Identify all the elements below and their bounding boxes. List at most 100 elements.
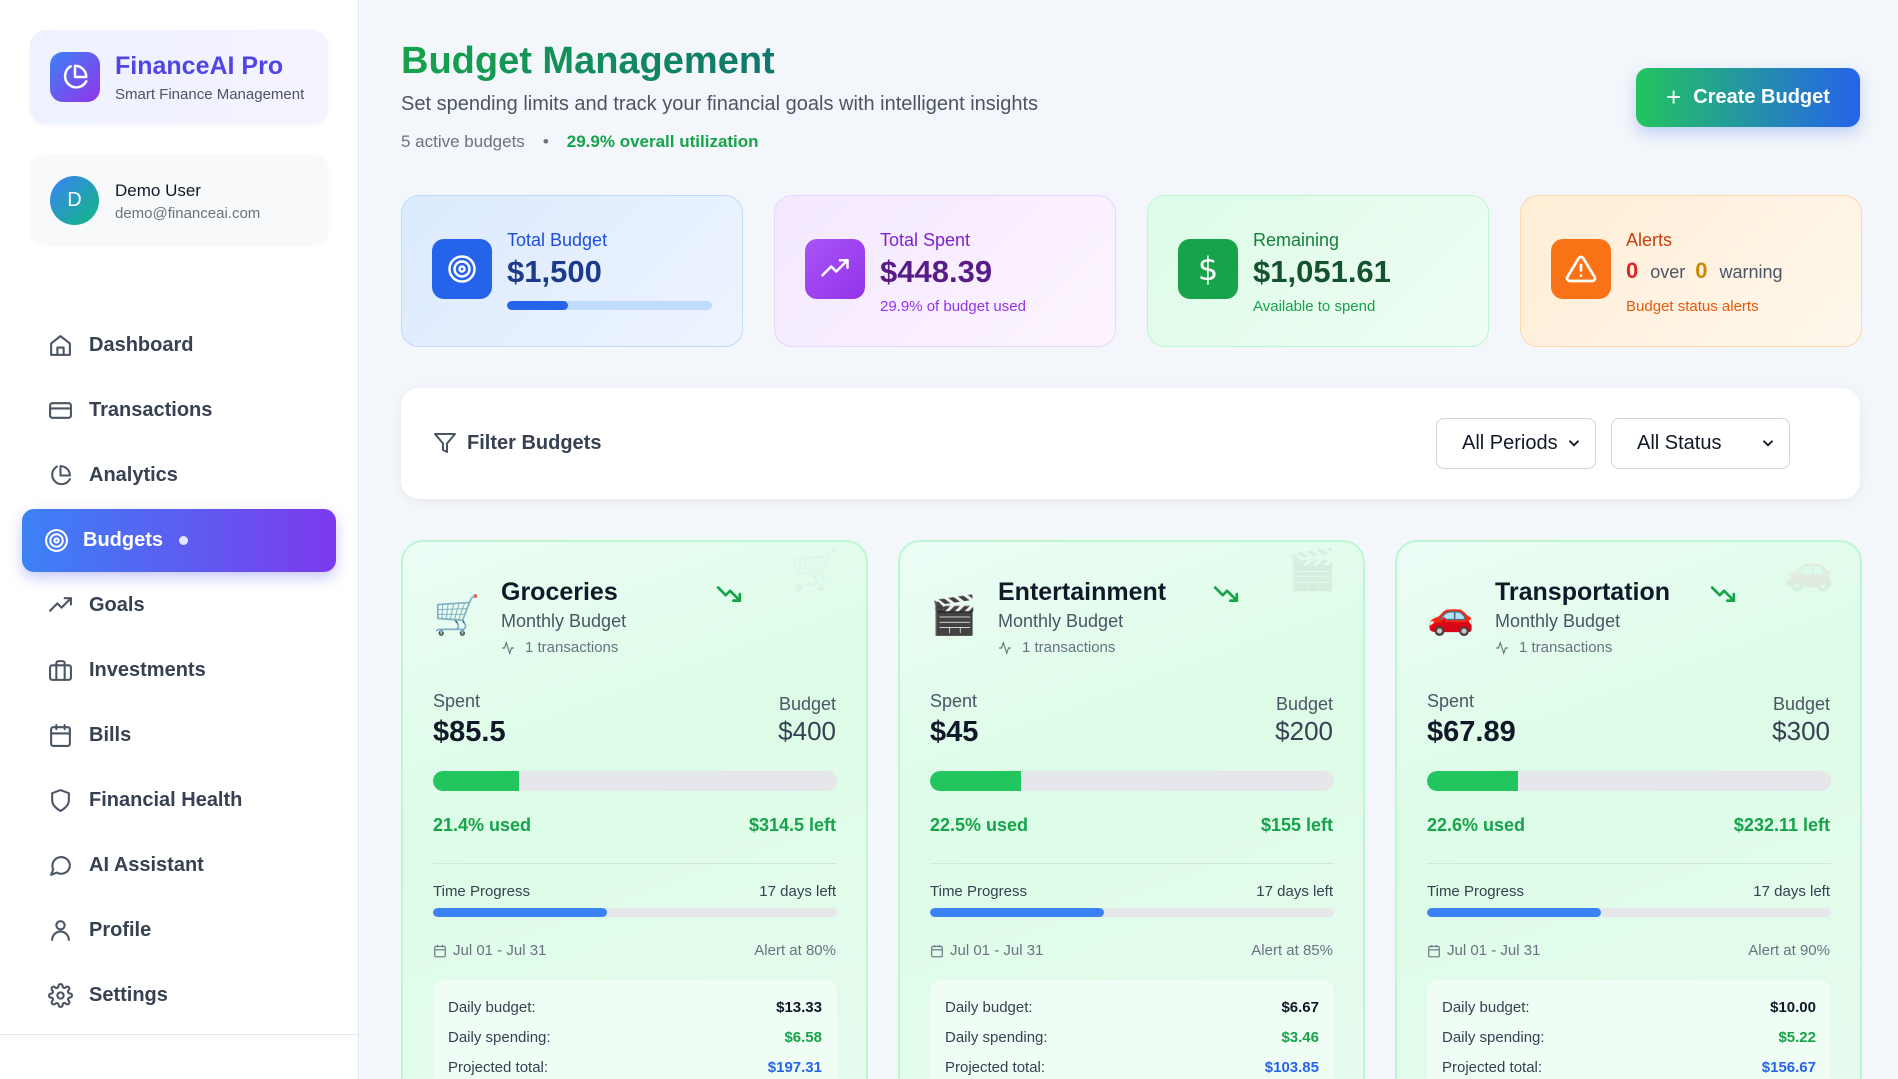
spent-label: Spent <box>930 691 978 711</box>
used-percent: 22.5% used <box>930 815 1029 835</box>
time-progress-fill <box>433 908 607 917</box>
budget-label: Budget <box>1275 694 1333 714</box>
projected-total-label: Projected total: <box>448 1058 549 1076</box>
time-progress-label: Time Progress <box>433 883 530 900</box>
stat-total-spent: Total Spent $448.39 29.9% of budget used <box>774 195 1116 347</box>
trending-down-icon <box>1710 586 1736 602</box>
target-icon <box>45 529 68 552</box>
transaction-count: 1 transactions <box>998 639 1115 656</box>
card-divider <box>1427 863 1831 864</box>
usage-progress-fill <box>433 771 520 791</box>
sidebar-item-investments[interactable]: Investments <box>22 639 336 702</box>
status-select[interactable]: All Status <box>1611 418 1790 469</box>
daily-spending-row: Daily spending: $5.22 <box>1442 1022 1816 1052</box>
calendar-icon <box>434 944 446 957</box>
create-budget-button[interactable]: + Create Budget <box>1636 68 1860 127</box>
daily-budget-label: Daily budget: <box>448 998 536 1016</box>
sidebar-item-bills[interactable]: Bills <box>22 704 336 767</box>
daily-spending-label: Daily spending: <box>448 1028 551 1046</box>
time-progress-fill <box>930 908 1104 917</box>
pie-chart-logo-icon <box>50 52 100 102</box>
alert-threshold: Alert at 90% <box>1748 942 1830 959</box>
meta-separator: • <box>542 132 549 151</box>
date-range: Jul 01 - Jul 31 <box>930 942 1043 959</box>
card-background-emoji: 🎬 <box>1287 548 1337 592</box>
projected-total-value: $156.67 <box>1761 1058 1816 1076</box>
card-background-emoji: 🛒 <box>790 548 840 592</box>
days-left: 17 days left <box>759 883 836 900</box>
warning-count: 0 <box>1695 258 1708 283</box>
transaction-count: 1 transactions <box>1495 639 1612 656</box>
stat-sub: Available to spend <box>1253 298 1376 315</box>
budget-name: Entertainment <box>998 578 1167 606</box>
dollar-symbol: $ <box>1197 250 1219 288</box>
brand-card[interactable]: FinanceAI Pro Smart Finance Management <box>30 30 328 124</box>
page-meta: 5 active budgets • 29.9% overall utiliza… <box>401 132 759 152</box>
budget-card[interactable]: 🚗 🚗 Transportation Monthly Budget 1 tran… <box>1395 540 1862 1079</box>
page-subtitle: Set spending limits and track your finan… <box>401 93 1039 115</box>
used-percent: 22.6% used <box>1427 815 1526 835</box>
sidebar-item-goals[interactable]: Goals <box>22 574 336 637</box>
category-icon: 🛒 <box>433 595 481 637</box>
sidebar-item-profile[interactable]: Profile <box>22 899 336 962</box>
date-range-label: Jul 01 - Jul 31 <box>1447 942 1541 959</box>
daily-budget-value: $10.00 <box>1770 998 1816 1016</box>
stat-label: Remaining <box>1253 230 1340 250</box>
over-count: 0 <box>1626 258 1639 283</box>
sidebar-item-ai-assistant[interactable]: AI Assistant <box>22 834 336 897</box>
user-name: Demo User <box>115 181 201 200</box>
sidebar-item-label: Profile <box>89 919 152 941</box>
sidebar-divider <box>0 1034 359 1035</box>
budget-label: Budget <box>778 694 836 714</box>
amount-left: $232.11 left <box>1733 815 1830 835</box>
spent-value: $67.89 <box>1427 716 1516 748</box>
user-card[interactable]: D Demo User demo@financeai.com <box>30 155 328 245</box>
shield-icon <box>51 789 70 812</box>
dollar-icon: $ <box>1178 239 1238 299</box>
daily-spending-value: $3.46 <box>1281 1028 1319 1046</box>
daily-budget-value: $13.33 <box>776 998 822 1016</box>
plus-icon: + <box>1666 82 1682 112</box>
activity-icon <box>1496 640 1508 655</box>
credit-card-icon <box>49 402 72 419</box>
sidebar-item-dashboard[interactable]: Dashboard <box>22 314 336 377</box>
daily-spending-label: Daily spending: <box>945 1028 1048 1046</box>
app-name: FinanceAI Pro <box>115 52 284 80</box>
sidebar-item-transactions[interactable]: Transactions <box>22 379 336 442</box>
sidebar-item-label: AI Assistant <box>89 854 204 876</box>
sidebar-item-label: Goals <box>89 594 145 616</box>
card-background-emoji: 🚗 <box>1784 548 1834 592</box>
category-icon: 🚗 <box>1427 595 1475 637</box>
sidebar-item-label: Bills <box>89 724 132 746</box>
warning-triangle-icon <box>1551 239 1611 299</box>
sidebar-item-analytics[interactable]: Analytics <box>22 444 336 507</box>
usage-progress-fill <box>930 771 1021 791</box>
usage-progress-bar <box>1427 771 1831 791</box>
budget-details: Daily budget: $10.00 Daily spending: $5.22… <box>1427 980 1831 1079</box>
filter-title-label: Filter Budgets <box>467 431 602 454</box>
budget-card[interactable]: 🛒 🛒 Groceries Monthly Budget 1 transacti… <box>401 540 868 1079</box>
daily-budget-label: Daily budget: <box>1442 998 1530 1016</box>
spent-label: Spent <box>1427 691 1475 711</box>
daily-budget-row: Daily budget: $6.67 <box>945 992 1319 1022</box>
transaction-count: 1 transactions <box>501 639 618 656</box>
daily-spending-row: Daily spending: $3.46 <box>945 1022 1319 1052</box>
daily-budget-label: Daily budget: <box>945 998 1033 1016</box>
activity-icon <box>502 640 514 655</box>
card-divider <box>930 863 1334 864</box>
sidebar-item-label: Transactions <box>89 399 213 421</box>
avatar: D <box>50 176 99 225</box>
sidebar-item-financial-health[interactable]: Financial Health <box>22 769 336 832</box>
sidebar-item-settings[interactable]: Settings <box>22 964 336 1027</box>
app-tagline: Smart Finance Management <box>115 86 305 103</box>
time-progress-bar <box>433 908 837 917</box>
budget-name: Transportation <box>1495 578 1671 606</box>
calendar-icon <box>50 724 71 747</box>
spent-value: $85.5 <box>433 716 506 748</box>
budget-card[interactable]: 🎬 🎬 Entertainment Monthly Budget 1 trans… <box>898 540 1365 1079</box>
stat-sub: Budget status alerts <box>1626 298 1759 315</box>
period-select[interactable]: All Periods <box>1436 418 1596 469</box>
sidebar-item-budgets[interactable]: Budgets <box>22 509 336 572</box>
projected-total-value: $103.85 <box>1264 1058 1319 1076</box>
alert-threshold: Alert at 85% <box>1251 942 1333 959</box>
